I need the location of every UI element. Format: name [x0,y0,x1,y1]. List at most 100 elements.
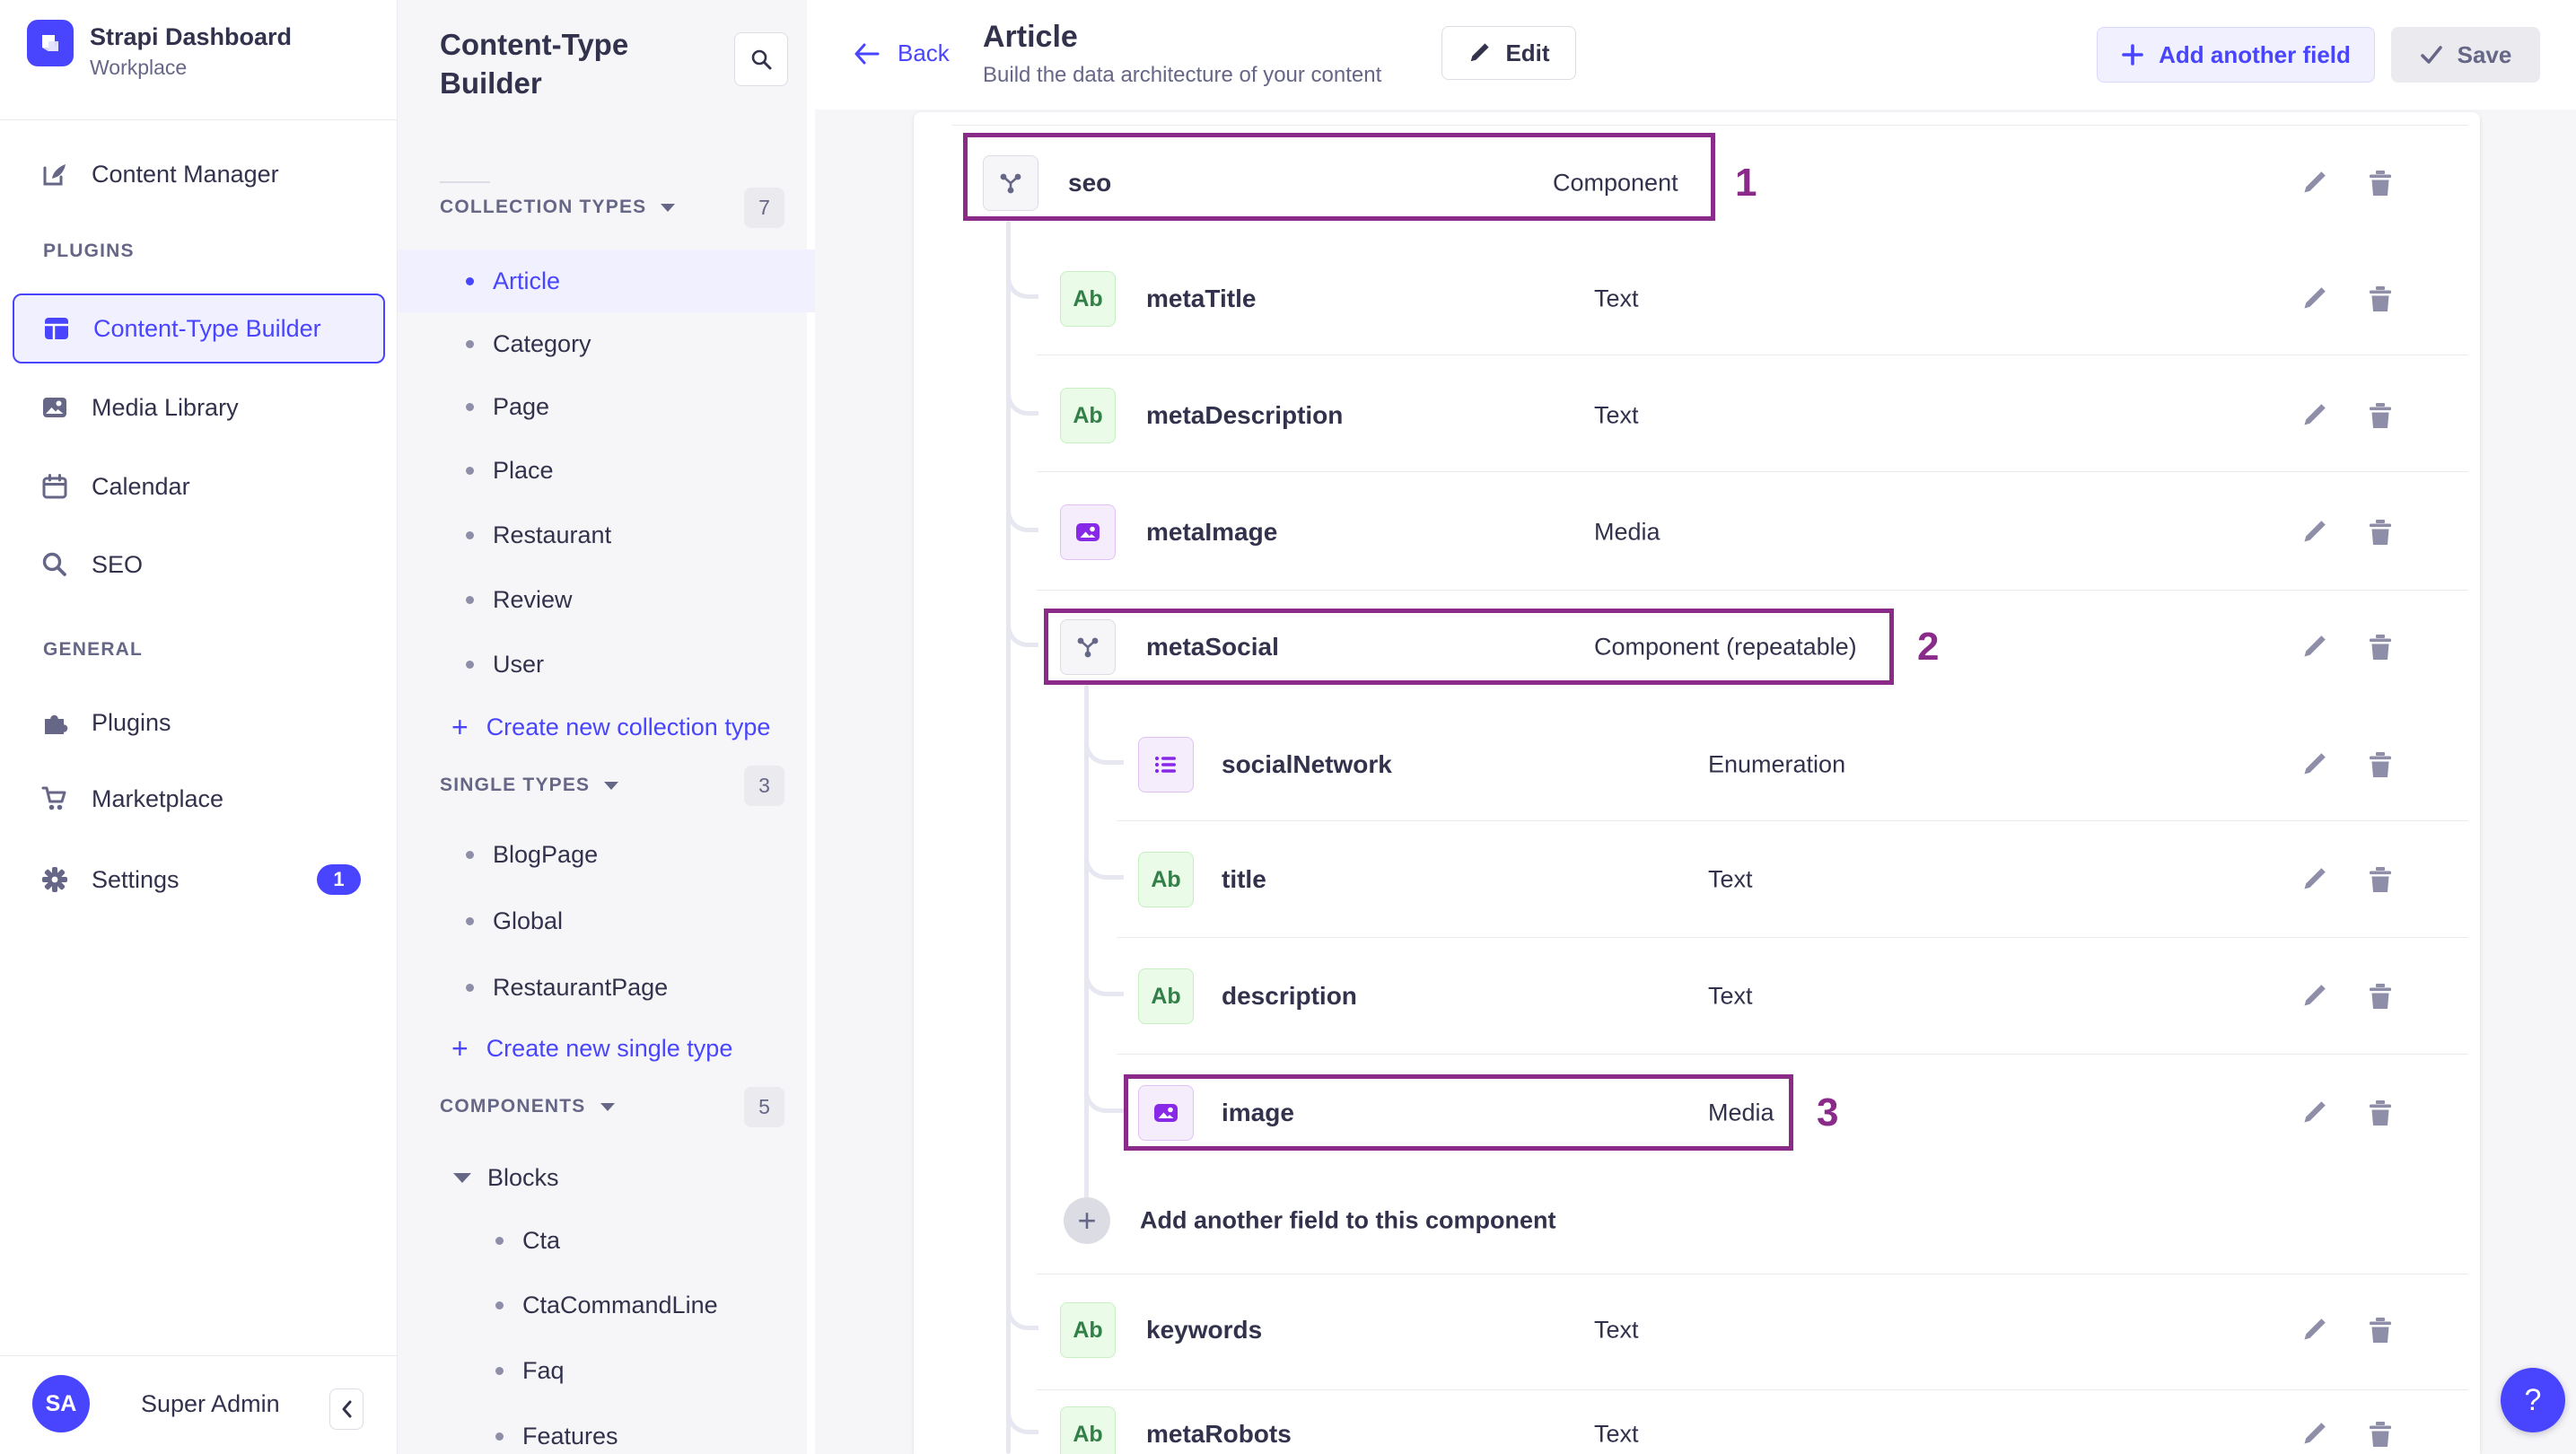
subnav-item-label: Article [493,267,561,294]
collection-types-section[interactable]: COLLECTION TYPES [440,197,676,218]
delete-field-button[interactable] [2362,862,2398,898]
sidebar-item-content-type-builder[interactable]: Content-Type Builder [13,293,385,364]
bullet-icon [466,466,474,475]
edit-field-button[interactable] [2296,1416,2332,1452]
edit-field-button[interactable] [2296,862,2332,898]
subnav-group-blocks[interactable]: Blocks [398,1146,815,1209]
field-type: Text [1594,1420,1639,1448]
delete-field-button[interactable] [2362,1095,2398,1131]
delete-field-button[interactable] [2362,629,2398,665]
subnav-item-restaurantpage[interactable]: RestaurantPage [398,956,815,1019]
subnav-item-category[interactable]: Category [398,312,815,375]
sidebar-item-plugins[interactable]: Plugins [0,697,398,748]
edit-button[interactable]: Edit [1441,26,1576,80]
sidebar-collapse-button[interactable] [329,1388,364,1430]
subnav-item-page[interactable]: Page [398,375,815,438]
page-subtitle: Build the data architecture of your cont… [983,63,1382,87]
add-field-to-component-button[interactable]: + [1064,1197,1110,1244]
delete-field-button[interactable] [2362,165,2398,201]
edit-field-button[interactable] [2296,629,2332,665]
subnav-item-restaurant[interactable]: Restaurant [398,504,815,566]
field-name: metaTitle [1146,285,1257,312]
search-button[interactable] [734,32,788,86]
tree-elbow [1084,1070,1124,1113]
pencil-icon [2304,1101,2326,1123]
create-single-type-link[interactable]: + Create new single type [398,1020,815,1077]
back-link[interactable]: Back [853,39,950,67]
subnav-item-ctacommandline[interactable]: CtaCommandLine [398,1274,815,1336]
bullet-icon [466,916,474,925]
trash-icon [2370,171,2391,196]
subnav-item-features[interactable]: Features [398,1405,815,1454]
edit-field-button[interactable] [2296,747,2332,783]
delete-field-button[interactable] [2362,1416,2398,1452]
section-label: SINGLE TYPES [440,775,591,795]
edit-field-button[interactable] [2296,514,2332,550]
edit-label: Edit [1505,39,1550,66]
subnav-item-label: Category [493,329,591,357]
subnav-item-blogpage[interactable]: BlogPage [398,823,815,886]
annotation-number-2: 2 [1917,625,1940,669]
field-name: keywords [1146,1316,1263,1344]
divider [440,181,490,183]
plus-icon [2122,44,2143,66]
save-button[interactable]: Save [2391,27,2540,83]
edit-field-button[interactable] [2296,1312,2332,1348]
delete-field-button[interactable] [2362,398,2398,434]
text-field-icon: Ab [1060,1302,1116,1358]
delete-field-button[interactable] [2362,1312,2398,1348]
calendar-icon [39,471,70,502]
sidebar-item-media-library[interactable]: Media Library [0,382,398,433]
trash-icon [2370,1422,2391,1447]
single-types-section[interactable]: SINGLE TYPES [440,775,619,796]
add-another-field-button[interactable]: Add another field [2097,27,2375,83]
enumeration-field-icon [1138,737,1194,793]
page-header: Back Article Build the data architecture… [815,0,2576,109]
field-name: metaDescription [1146,401,1344,429]
divider [1037,590,2468,591]
pencil-icon [2304,404,2326,425]
annotation-number-1: 1 [1735,161,1757,205]
user-avatar[interactable]: SA [32,1375,90,1432]
subnav-item-faq[interactable]: Faq [398,1339,815,1402]
subnav-item-place[interactable]: Place [398,439,815,502]
subnav-item-user[interactable]: User [398,633,815,696]
bullet-icon [466,660,474,669]
edit-field-button[interactable] [2296,165,2332,201]
sidebar-item-content-manager[interactable]: Content Manager [0,149,398,199]
subnav-item-review[interactable]: Review [398,568,815,631]
edit-field-button[interactable] [2296,398,2332,434]
help-button[interactable]: ? [2501,1368,2565,1432]
divider [0,1355,398,1356]
delete-field-button[interactable] [2362,514,2398,550]
bullet-icon [495,1301,504,1309]
edit-field-button[interactable] [2296,281,2332,317]
sidebar-item-label: Calendar [92,472,190,500]
delete-field-button[interactable] [2362,747,2398,783]
delete-field-button[interactable] [2362,978,2398,1014]
edit-field-button[interactable] [2296,978,2332,1014]
edit-field-button[interactable] [2296,1095,2332,1131]
field-name: description [1222,982,1357,1010]
add-field-to-component-label[interactable]: Add another field to this component [1140,1207,1555,1235]
chevron-down-icon [600,1102,615,1111]
subnav-item-global[interactable]: Global [398,889,815,952]
subnav-item-article[interactable]: Article [398,250,815,312]
tree-elbow [1084,722,1124,765]
delete-field-button[interactable] [2362,281,2398,317]
sidebar-item-label: Marketplace [92,784,224,812]
sidebar-item-marketplace[interactable]: Marketplace [0,774,398,824]
field-type: Text [1594,1316,1639,1344]
strapi-app: Strapi Dashboard Workplace Content Manag… [0,0,2576,1454]
field-name: metaSocial [1146,633,1279,661]
back-label: Back [898,39,950,66]
main-sidebar: Strapi Dashboard Workplace Content Manag… [0,0,398,1454]
sidebar-item-label: SEO [92,550,144,578]
tree-elbow [1006,256,1038,299]
create-collection-type-link[interactable]: + Create new collection type [398,698,815,756]
sidebar-item-seo[interactable]: SEO [0,539,398,590]
components-section[interactable]: COMPONENTS [440,1096,615,1117]
divider [1037,471,2468,472]
subnav-item-cta[interactable]: Cta [398,1209,815,1272]
sidebar-item-calendar[interactable]: Calendar [0,461,398,512]
